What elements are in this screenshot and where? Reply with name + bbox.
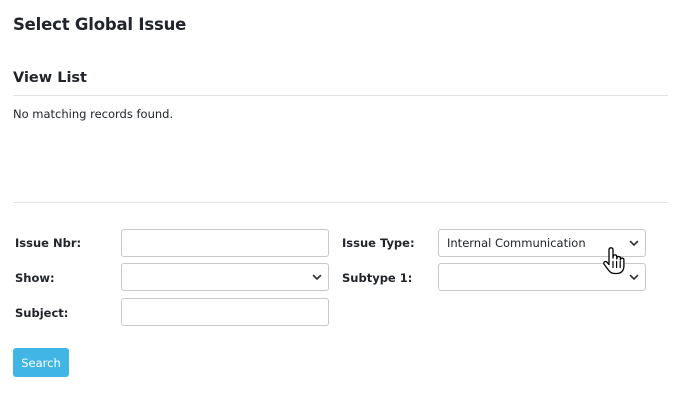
divider: [13, 95, 668, 96]
page-title: Select Global Issue: [13, 15, 187, 34]
chevron-down-icon: [312, 274, 322, 280]
subject-input[interactable]: [121, 298, 329, 326]
view-list-title: View List: [13, 70, 87, 86]
search-button[interactable]: Search: [13, 348, 69, 377]
empty-results-message: No matching records found.: [13, 107, 174, 121]
issue-nbr-input[interactable]: [121, 229, 329, 257]
divider: [13, 202, 668, 203]
chevron-down-icon: [629, 274, 639, 280]
issue-type-select-value: Internal Communication: [447, 236, 586, 250]
issue-type-select[interactable]: Internal Communication: [438, 229, 646, 257]
issue-nbr-label: Issue Nbr:: [15, 236, 82, 250]
subtype-1-select[interactable]: [438, 263, 646, 291]
subtype-1-label: Subtype 1:: [342, 271, 413, 285]
show-label: Show:: [15, 271, 55, 285]
show-select[interactable]: [121, 263, 329, 291]
issue-type-label: Issue Type:: [342, 236, 415, 250]
subject-label: Subject:: [15, 306, 69, 320]
chevron-down-icon: [629, 240, 639, 246]
